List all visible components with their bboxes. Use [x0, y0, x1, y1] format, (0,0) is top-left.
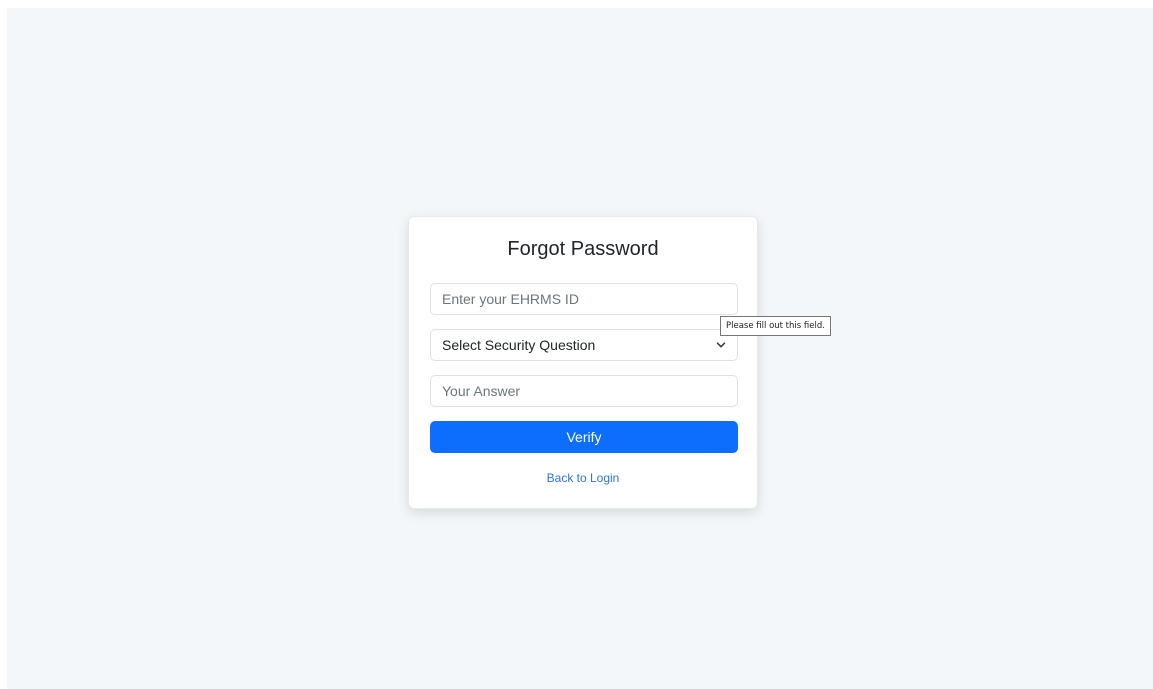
verify-button[interactable]: Verify — [430, 421, 738, 453]
forgot-password-card: Forgot Password Select Security Question… — [408, 216, 758, 509]
page-background: Forgot Password Select Security Question… — [7, 8, 1153, 689]
security-question-selected: Select Security Question — [442, 337, 596, 353]
chevron-down-icon — [716, 340, 726, 350]
ehrms-id-input[interactable] — [430, 283, 738, 315]
page-title: Forgot Password — [507, 238, 659, 260]
validation-tooltip: Please fill out this field. — [720, 316, 831, 336]
answer-input[interactable] — [430, 375, 738, 407]
security-question-select[interactable]: Select Security Question — [430, 329, 738, 361]
back-to-login-link[interactable]: Back to Login — [409, 471, 757, 485]
